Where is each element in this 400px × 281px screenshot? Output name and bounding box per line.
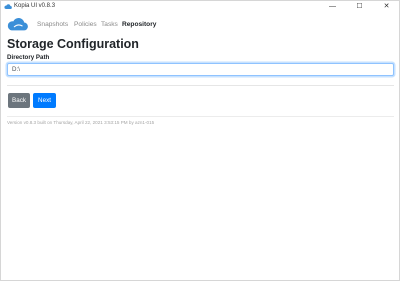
app-window: Kopia UI v0.8.3 — ☐ ✕ Snapshots Policies… [0, 0, 400, 281]
nav-policies[interactable]: Policies [74, 20, 97, 29]
kopia-cloud-logo[interactable] [7, 17, 29, 31]
next-button[interactable]: Next [33, 93, 56, 108]
back-button[interactable]: Back [8, 93, 30, 108]
divider [7, 85, 394, 86]
kopia-cloud-icon [4, 4, 12, 10]
nav-tasks[interactable]: Tasks [101, 20, 118, 29]
footer-divider [7, 116, 394, 117]
maximize-button[interactable]: ☐ [346, 1, 373, 13]
nav-repository[interactable]: Repository [122, 20, 156, 29]
title-bar: Kopia UI v0.8.3 — ☐ ✕ [1, 1, 399, 13]
navbar: Snapshots Policies Tasks Repository [1, 13, 399, 35]
window-title: Kopia UI v0.8.3 [14, 3, 56, 9]
minimize-button[interactable]: — [319, 1, 346, 13]
nav-snapshots[interactable]: Snapshots [37, 20, 68, 29]
directory-path-input[interactable] [7, 63, 394, 76]
directory-path-label: Directory Path [7, 54, 50, 61]
close-button[interactable]: ✕ [373, 1, 400, 13]
page-title: Storage Configuration [7, 37, 139, 51]
version-info: Version v0.8.3 built on Thursday, April … [7, 120, 155, 125]
